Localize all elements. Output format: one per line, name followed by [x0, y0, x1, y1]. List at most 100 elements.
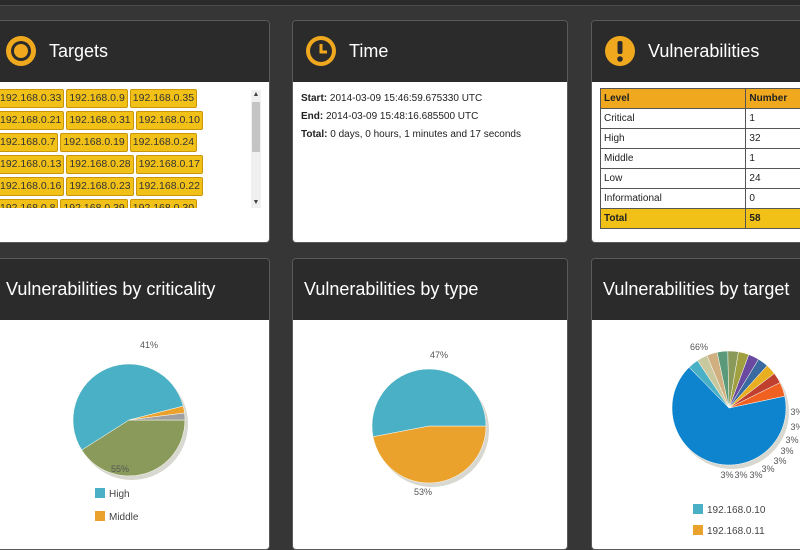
time-title: Time	[349, 41, 388, 62]
targets-scrollbar[interactable]: ▲ ▼	[251, 90, 261, 208]
table-row: Informational0	[601, 189, 800, 209]
pie-label: 3%	[720, 470, 733, 480]
vulnerabilities-title: Vulnerabilities	[648, 41, 759, 62]
scroll-up-icon[interactable]: ▲	[251, 90, 261, 100]
row-number: 1	[746, 149, 800, 169]
targets-panel: Targets 192.168.0.33192.168.0.9192.168.0…	[0, 20, 270, 243]
table-row: Middle1	[601, 149, 800, 169]
start-label: Start:	[301, 93, 327, 104]
target-chart-panel: Vulnerabilities by target 66%3%3%3%3%3%3…	[591, 258, 800, 550]
criticality-chart-header: Vulnerabilities by criticality	[0, 259, 269, 319]
row-number: 32	[746, 129, 800, 149]
type-chart-body: 47% 53%	[293, 320, 567, 549]
pie-label: 53%	[414, 487, 432, 497]
legend-swatch	[95, 488, 105, 498]
pie-label: 55%	[111, 464, 129, 474]
vulnerabilities-body: Level Number Critical1High32Middle1Low24…	[592, 82, 800, 242]
total-label: Total:	[301, 129, 327, 140]
table-total-row: Total 58	[601, 209, 800, 229]
vulnerabilities-header: Vulnerabilities	[592, 21, 800, 81]
pie-label: 3%	[785, 435, 798, 445]
total-level: Total	[601, 209, 746, 229]
col-number: Number	[746, 89, 800, 109]
row-number: 24	[746, 169, 800, 189]
pie-label: 3%	[780, 446, 793, 456]
target-ip-chip[interactable]: 192.168.0.16	[0, 177, 64, 196]
pie-label: 41%	[140, 340, 158, 350]
target-ip-chip[interactable]: 192.168.0.17	[136, 155, 203, 174]
exclamation-icon	[604, 35, 636, 67]
target-ip-chip[interactable]: 192.168.0.28	[66, 155, 133, 174]
type-chart-panel: Vulnerabilities by type 47% 53%	[292, 258, 568, 550]
scroll-down-icon[interactable]: ▼	[251, 198, 261, 208]
row-number: 1	[746, 109, 800, 129]
scroll-thumb[interactable]	[252, 102, 260, 152]
pie-label: 3%	[761, 464, 774, 474]
target-icon	[5, 35, 37, 67]
top-bar	[0, 0, 800, 6]
criticality-chart-body: 41% 55% High Middle	[0, 320, 269, 549]
time-body: Start: 2014-03-09 15:46:59.675330 UTC En…	[293, 82, 567, 242]
vulnerabilities-panel: Vulnerabilities Level Number Critical1Hi…	[591, 20, 800, 243]
type-chart-title: Vulnerabilities by type	[304, 279, 478, 300]
targets-body: 192.168.0.33192.168.0.9192.168.0.35 192.1…	[0, 82, 269, 242]
row-level: Middle	[601, 149, 746, 169]
target-pie-chart: 66%3%3%3%3%3%3%3%3%3%192.168.0.10192.168…	[592, 320, 800, 549]
table-row: High32	[601, 129, 800, 149]
start-value: 2014-03-09 15:46:59.675330 UTC	[330, 93, 482, 104]
legend-label: Middle	[109, 512, 139, 523]
target-ip-chip[interactable]: 192.168.0.39	[60, 199, 127, 208]
target-ip-chip[interactable]: 192.168.0.10	[136, 111, 203, 130]
time-end: End: 2014-03-09 15:48:16.685500 UTC	[301, 108, 559, 126]
legend-swatch	[95, 511, 105, 521]
target-chart-title: Vulnerabilities by target	[603, 279, 789, 300]
row-number: 0	[746, 189, 800, 209]
targets-header: Targets	[0, 21, 269, 81]
pie-label: 3%	[790, 422, 800, 432]
pie-label: 3%	[734, 470, 747, 480]
pie-label: 3%	[773, 456, 786, 466]
targets-title: Targets	[49, 41, 108, 62]
target-ip-chip[interactable]: 192.168.0.8	[0, 199, 58, 208]
target-chart-header: Vulnerabilities by target	[592, 259, 800, 319]
legend-label: 192.168.0.10	[707, 505, 766, 516]
pie-label: 66%	[690, 342, 708, 352]
pie-label: 47%	[430, 350, 448, 360]
legend-swatch	[693, 525, 703, 535]
table-header-row: Level Number	[601, 89, 800, 109]
legend-label: 192.168.0.11	[707, 526, 765, 537]
target-ip-chip[interactable]: 192.168.0.22	[136, 177, 203, 196]
target-ip-chip[interactable]: 192.168.0.31	[66, 111, 133, 130]
target-ip-chip[interactable]: 192.168.0.13	[0, 155, 64, 174]
time-header: Time	[293, 21, 567, 81]
target-ip-list: 192.168.0.33192.168.0.9192.168.0.35 192.1…	[0, 88, 240, 208]
target-ip-chip[interactable]: 192.168.0.33	[0, 89, 64, 108]
table-row: Critical1	[601, 109, 800, 129]
type-pie-chart: 47% 53%	[293, 320, 567, 549]
target-ip-chip[interactable]: 192.168.0.30	[130, 199, 197, 208]
type-chart-header: Vulnerabilities by type	[293, 259, 567, 319]
total-value: 0 days, 0 hours, 1 minutes and 17 second…	[330, 129, 521, 140]
target-ip-chip[interactable]: 192.168.0.9	[66, 89, 127, 108]
row-level: Informational	[601, 189, 746, 209]
time-total: Total: 0 days, 0 hours, 1 minutes and 17…	[301, 126, 559, 144]
legend-swatch	[693, 504, 703, 514]
target-ip-chip[interactable]: 192.168.0.23	[66, 177, 133, 196]
legend-label: High	[109, 489, 130, 500]
time-panel: Time Start: 2014-03-09 15:46:59.675330 U…	[292, 20, 568, 243]
row-level: Critical	[601, 109, 746, 129]
target-ip-chip[interactable]: 192.168.0.21	[0, 111, 64, 130]
row-level: High	[601, 129, 746, 149]
criticality-pie-chart: 41% 55% High Middle	[0, 320, 269, 549]
target-ip-chip[interactable]: 192.168.0.19	[60, 133, 127, 152]
pie-label: 3%	[749, 470, 762, 480]
target-ip-chip[interactable]: 192.168.0.24	[130, 133, 197, 152]
target-ip-chip[interactable]: 192.168.0.35	[130, 89, 197, 108]
row-level: Low	[601, 169, 746, 189]
pie-label: 3%	[790, 407, 800, 417]
vulnerabilities-table: Level Number Critical1High32Middle1Low24…	[600, 88, 800, 229]
time-start: Start: 2014-03-09 15:46:59.675330 UTC	[301, 90, 559, 108]
target-chart-body: 66%3%3%3%3%3%3%3%3%3%192.168.0.10192.168…	[592, 320, 800, 549]
target-ip-chip[interactable]: 192.168.0.7	[0, 133, 58, 152]
pie-slice[interactable]	[373, 426, 486, 483]
